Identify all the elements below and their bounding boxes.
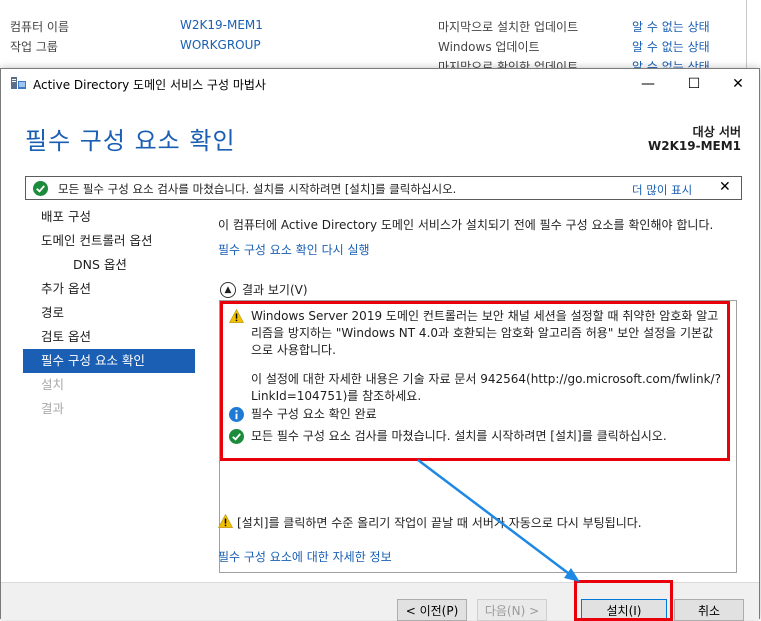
result-text: 이 설정에 대한 자세한 내용은 기술 자료 문서 942564(http://… [251,372,721,403]
minimize-button[interactable]: — [625,69,671,99]
check-circle-icon [33,181,48,199]
maximize-button[interactable]: ☐ [671,69,717,99]
nav-item-installation: 설치 [41,377,65,392]
last-installed-update-value[interactable]: 알 수 없는 상태 [632,18,710,35]
show-more-link[interactable]: 더 많이 표시 [632,182,692,198]
page-title: 필수 구성 요소 확인 [25,127,236,155]
last-installed-update-label: 마지막으로 설치한 업데이트 [438,20,579,34]
minimize-icon: — [641,76,655,92]
close-icon: ✕ [732,76,744,92]
nav-item-deployment-config[interactable]: 배포 구성 [23,205,195,229]
server-manager-app-icon [11,76,27,90]
result-item: Windows Server 2019 도메인 컨트롤러는 보안 채널 세션을 … [229,308,721,359]
reboot-warning-text: [설치]를 클릭하면 수준 올리기 작업이 끝날 때 서버가 자동으로 다시 부… [237,516,642,530]
windows-update-label: Windows 업데이트 [438,40,540,54]
nav-item-additional-options[interactable]: 추가 옵션 [23,277,195,301]
next-button: 다음(N) > [477,599,547,621]
notification-message: 모든 필수 구성 요소 검사를 마쳤습니다. 설치를 시작하려면 [설치]를 클… [58,182,457,196]
result-text: 필수 구성 요소 확인 완료 [251,407,377,421]
ad-ds-configuration-wizard: Active Directory 도메인 서비스 구성 마법사 — ☐ ✕ 필수… [0,68,760,621]
result-text: Windows Server 2019 도메인 컨트롤러는 보안 채널 세션을 … [251,309,719,357]
warning-icon [229,308,251,359]
warning-icon [218,513,233,531]
check-circle-icon [229,428,251,449]
nav-item-dc-options[interactable]: 도메인 컨트롤러 옵션 [23,229,195,253]
maximize-icon: ☐ [687,76,701,92]
result-item: 필수 구성 요소 확인 완료 [229,406,721,427]
reboot-warning: [설치]를 클릭하면 수준 올리기 작업이 끝날 때 서버가 자동으로 다시 부… [218,513,642,531]
close-button[interactable]: ✕ [715,69,761,99]
workgroup-value[interactable]: WORKGROUP [180,38,261,52]
nav-item-results: 결과 [41,401,65,416]
workgroup-label: 작업 그룹 [10,40,58,54]
computer-name-label: 컴퓨터 이름 [10,20,70,34]
nav-item-paths[interactable]: 경로 [23,301,195,325]
info-icon [229,406,251,427]
title-bar[interactable]: Active Directory 도메인 서비스 구성 마법사 — ☐ ✕ [1,69,759,99]
more-info-link[interactable]: 필수 구성 요소에 대한 자세한 정보 [218,548,392,565]
install-button-highlight [574,580,673,621]
view-results-label: 결과 보기(V) [242,283,308,297]
result-text: 모든 필수 구성 요소 검사를 마쳤습니다. 설치를 시작하려면 [설치]를 클… [251,429,667,443]
chevron-up-icon: ▲ [220,281,236,298]
nav-item-dns-options[interactable]: DNS 옵션 [23,253,195,277]
results-highlight-box: Windows Server 2019 도메인 컨트롤러는 보안 채널 세션을 … [220,301,730,461]
server-manager-background: 컴퓨터 이름 W2K19-MEM1 마지막으로 설치한 업데이트 알 수 없는 … [0,0,761,74]
result-item: 모든 필수 구성 요소 검사를 마쳤습니다. 설치를 시작하려면 [설치]를 클… [229,428,721,449]
notification-close-icon[interactable]: ✕ [719,179,731,195]
results-panel[interactable]: Windows Server 2019 도메인 컨트롤러는 보안 채널 세션을 … [219,300,737,573]
previous-button[interactable]: < 이전(P) [397,599,467,621]
windows-update-value[interactable]: 알 수 없는 상태 [632,38,710,55]
rerun-prerequisites-link[interactable]: 필수 구성 요소 확인 다시 실행 [218,241,370,258]
intro-text: 이 컴퓨터에 Active Directory 도메인 서비스가 설치되기 전에… [218,218,714,232]
wizard-steps-nav: 배포 구성 도메인 컨트롤러 옵션 DNS 옵션 추가 옵션 경로 검토 옵션 … [23,205,195,421]
target-server-label: 대상 서버 [692,125,741,139]
nav-item-review-options[interactable]: 검토 옵션 [23,325,195,349]
cancel-button[interactable]: 취소 [674,599,744,621]
notification-bar: 모든 필수 구성 요소 검사를 마쳤습니다. 설치를 시작하려면 [설치]를 클… [25,176,742,200]
view-results-toggle[interactable]: ▲ 결과 보기(V) [220,281,308,298]
window-title: Active Directory 도메인 서비스 구성 마법사 [33,78,266,92]
target-server-name: W2K19-MEM1 [648,139,741,153]
nav-item-prerequisites-check[interactable]: 필수 구성 요소 확인 [23,349,195,373]
result-item: 이 설정에 대한 자세한 내용은 기술 자료 문서 942564(http://… [229,371,721,405]
computer-name-value[interactable]: W2K19-MEM1 [180,18,263,32]
